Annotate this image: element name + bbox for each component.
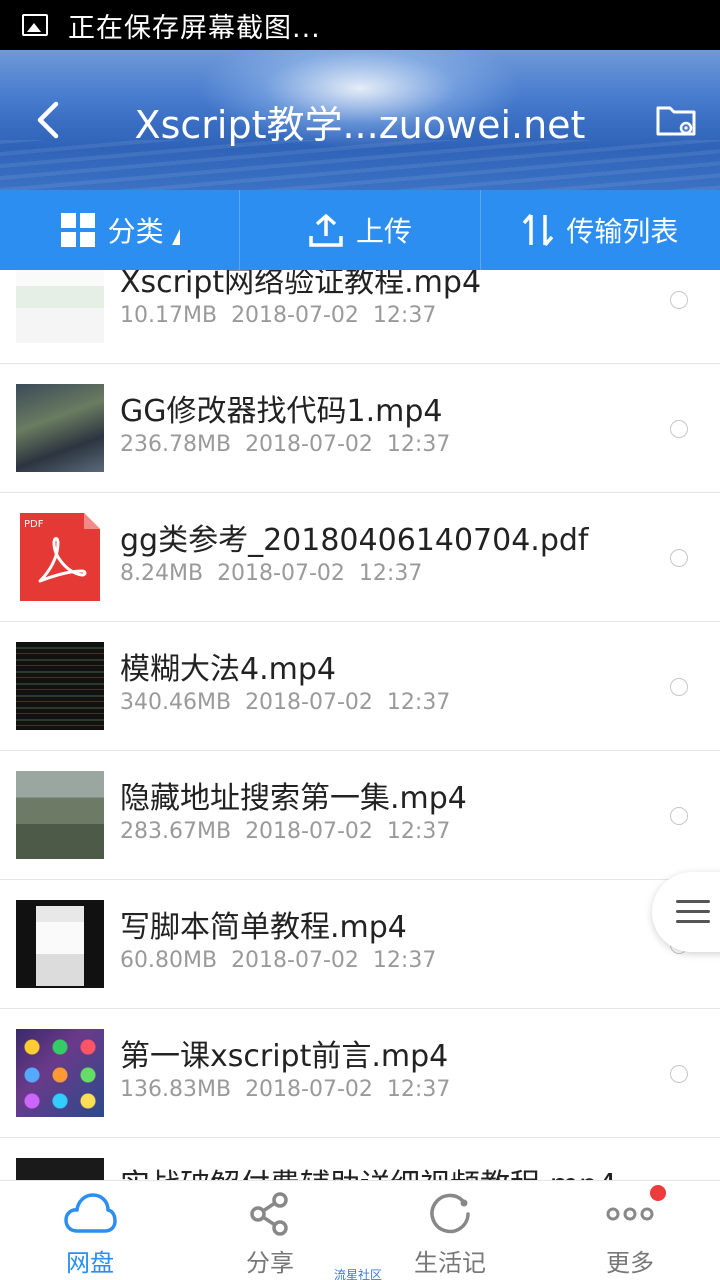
video-thumbnail	[16, 384, 104, 472]
nav-life[interactable]: 生活记	[360, 1181, 540, 1280]
pdf-file-icon: PDF	[16, 513, 104, 601]
upload-icon	[309, 214, 343, 247]
file-row[interactable]: 写脚本简单教程.mp4 60.80MB 2018-07-02 12:37	[0, 880, 720, 1009]
select-radio[interactable]	[670, 549, 688, 567]
grid-icon	[60, 213, 95, 247]
cloud-icon	[64, 1193, 117, 1233]
category-button[interactable]: 分类	[0, 190, 239, 270]
bottom-nav: 网盘 分享 生活记 更多	[0, 1180, 720, 1280]
file-list: Xscript网络验证教程.mp4 10.17MB 2018-07-02 12:37…	[0, 270, 720, 1180]
video-thumbnail	[16, 900, 104, 988]
pdf-icon: PDF	[20, 513, 100, 601]
nav-disk[interactable]: 网盘	[0, 1181, 180, 1280]
header: Xscript教学...zuowei.net	[0, 50, 720, 190]
upload-label: 上传	[355, 215, 412, 248]
category-label: 分类	[107, 215, 164, 248]
share-icon	[250, 1192, 288, 1236]
select-radio[interactable]	[670, 420, 688, 438]
image-icon	[22, 14, 48, 36]
file-name: 隐藏地址搜索第一集.mp4	[120, 781, 467, 816]
status-bar: 正在保存屏幕截图...	[0, 0, 720, 50]
file-name: Xscript网络验证教程.mp4	[120, 270, 482, 300]
file-size: 236.78MB	[120, 432, 232, 457]
chevron-left-icon	[37, 101, 59, 139]
file-time: 12:37	[358, 561, 423, 586]
file-time: 12:37	[386, 1077, 451, 1102]
more-dots-icon	[606, 1207, 654, 1221]
file-date: 2018-07-02	[231, 948, 359, 973]
file-size: 340.46MB	[120, 690, 232, 715]
nav-more-label: 更多	[606, 1249, 654, 1277]
dropdown-triangle-icon	[171, 229, 180, 245]
nav-share-label: 分享	[246, 1249, 294, 1277]
upload-button[interactable]: 上传	[239, 190, 479, 270]
file-meta: 340.46MB 2018-07-02 12:37	[120, 690, 450, 715]
nav-disk-label: 网盘	[66, 1249, 114, 1277]
file-date: 2018-07-02	[245, 432, 373, 457]
folder-settings-button[interactable]	[654, 98, 698, 142]
file-time: 12:37	[386, 690, 451, 715]
file-name: 写脚本简单教程.mp4	[120, 910, 407, 945]
file-name: 模糊大法4.mp4	[120, 652, 336, 687]
file-row[interactable]: 第一课xscript前言.mp4 136.83MB 2018-07-02 12:37	[0, 1009, 720, 1138]
file-name: gg类参考_20180406140704.pdf	[120, 523, 589, 558]
menu-lines-icon	[676, 900, 710, 924]
file-meta: 60.80MB 2018-07-02 12:37	[120, 948, 436, 973]
file-time: 12:37	[372, 948, 437, 973]
transfer-arrows-icon	[522, 213, 554, 247]
action-toolbar: 分类 上传 传输列表	[0, 190, 720, 270]
file-size: 60.80MB	[120, 948, 218, 973]
file-meta: 136.83MB 2018-07-02 12:37	[120, 1077, 450, 1102]
file-row[interactable]: GG修改器找代码1.mp4 236.78MB 2018-07-02 12:37	[0, 364, 720, 493]
file-name: 第一课xscript前言.mp4	[120, 1039, 449, 1074]
transfer-list-label: 传输列表	[566, 215, 679, 248]
notification-badge	[650, 1185, 666, 1201]
nav-life-label: 生活记	[414, 1249, 486, 1277]
nav-share[interactable]: 分享	[180, 1181, 360, 1280]
folder-gear-icon	[656, 106, 696, 136]
page-title: Xscript教学...zuowei.net	[134, 103, 586, 147]
watermark: 流星社区	[334, 1268, 383, 1280]
select-radio[interactable]	[670, 291, 688, 309]
file-row[interactable]: 隐藏地址搜索第一集.mp4 283.67MB 2018-07-02 12:37	[0, 751, 720, 880]
file-date: 2018-07-02	[217, 561, 345, 586]
nav-more[interactable]: 更多	[540, 1181, 720, 1280]
file-date: 2018-07-02	[245, 1077, 373, 1102]
file-size: 136.83MB	[120, 1077, 232, 1102]
file-meta: 8.24MB 2018-07-02 12:37	[120, 561, 422, 586]
file-size: 8.24MB	[120, 561, 204, 586]
file-row[interactable]: 模糊大法4.mp4 340.46MB 2018-07-02 12:37	[0, 622, 720, 751]
video-thumbnail	[16, 771, 104, 859]
file-row[interactable]: PDF gg类参考_20180406140704.pdf 8.24MB 2018-…	[0, 493, 720, 622]
file-name: GG修改器找代码1.mp4	[120, 394, 443, 429]
transfer-list-button[interactable]: 传输列表	[479, 190, 720, 270]
file-meta: 236.78MB 2018-07-02 12:37	[120, 432, 450, 457]
file-date: 2018-07-02	[231, 303, 359, 328]
select-radio[interactable]	[670, 678, 688, 696]
pdf-badge: PDF	[24, 519, 44, 530]
back-button[interactable]	[30, 98, 70, 142]
file-row[interactable]: 实战破解付费辅助详细视频教程.mp4	[0, 1138, 720, 1180]
file-time: 12:37	[372, 303, 437, 328]
file-meta: 283.67MB 2018-07-02 12:37	[120, 819, 450, 844]
file-date: 2018-07-02	[245, 819, 373, 844]
video-thumbnail	[16, 1029, 104, 1117]
file-size: 283.67MB	[120, 819, 232, 844]
select-radio[interactable]	[670, 807, 688, 825]
file-time: 12:37	[386, 432, 451, 457]
file-date: 2018-07-02	[245, 690, 373, 715]
file-name: 实战破解付费辅助详细视频教程.mp4	[120, 1160, 617, 1180]
file-row[interactable]: Xscript网络验证教程.mp4 10.17MB 2018-07-02 12:37	[0, 270, 720, 364]
refresh-circle-icon	[430, 1193, 470, 1234]
video-thumbnail	[16, 1158, 104, 1180]
video-thumbnail	[16, 270, 104, 343]
select-radio[interactable]	[670, 1065, 688, 1083]
file-time: 12:37	[386, 819, 451, 844]
status-text: 正在保存屏幕截图...	[68, 12, 321, 44]
file-meta: 10.17MB 2018-07-02 12:37	[120, 303, 436, 328]
video-thumbnail	[16, 642, 104, 730]
file-size: 10.17MB	[120, 303, 218, 328]
